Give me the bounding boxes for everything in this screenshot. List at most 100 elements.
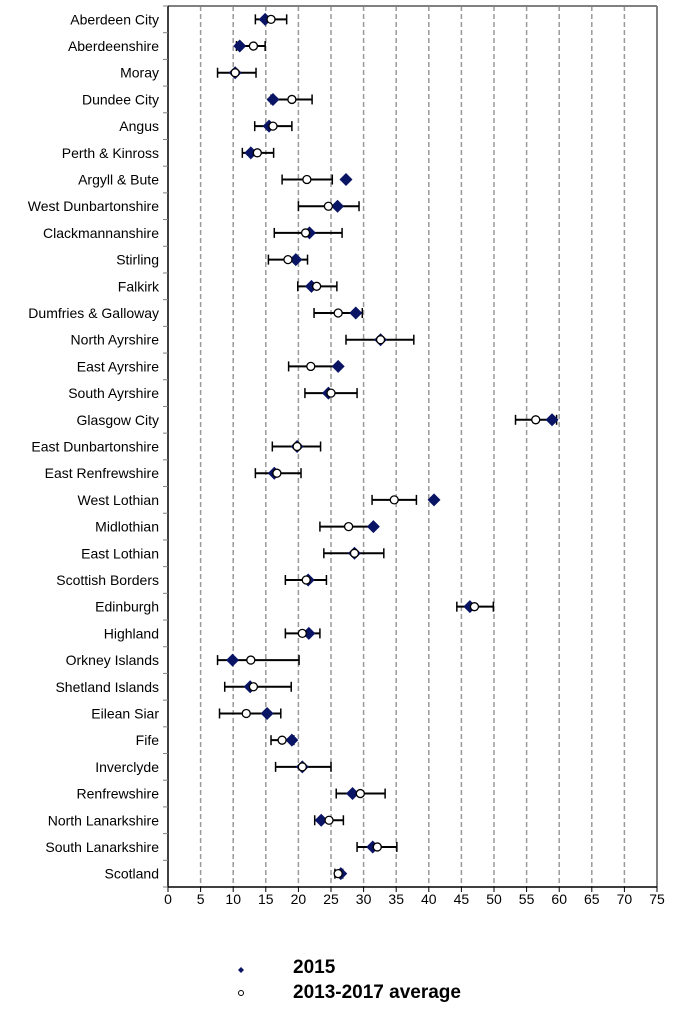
data-row (323, 546, 385, 560)
category-label: West Dunbartonshire (28, 198, 159, 214)
category-label: South Lanarkshire (45, 839, 159, 855)
point-average (297, 628, 307, 639)
category-label: East Renfrewshire (45, 465, 160, 481)
point-average (326, 388, 336, 398)
data-row (218, 706, 282, 720)
point-average (266, 14, 276, 24)
x-tick-label: 50 (486, 891, 502, 907)
legend: 2015 2013-2017 average (238, 957, 461, 1003)
point-average (252, 148, 262, 158)
point-2015 (260, 706, 274, 720)
category-label: North Ayrshire (71, 332, 160, 348)
category-label: Fife (136, 732, 160, 748)
data-row (270, 733, 299, 747)
x-tick-label: 60 (551, 891, 567, 907)
point-average (323, 201, 334, 211)
data-row (267, 253, 309, 267)
data-row (371, 493, 441, 507)
x-tick-label: 70 (617, 891, 633, 907)
legend-label-average: 2013-2017 average (293, 982, 461, 1003)
legend-marker-average (238, 990, 244, 996)
point-2015 (331, 359, 345, 373)
data-row (273, 226, 343, 240)
data-row (345, 333, 415, 347)
category-labels: Aberdeen City Aberdeenshire Moray Dundee Ci… (28, 11, 160, 881)
point-average (333, 869, 343, 879)
category-label: Angus (119, 118, 159, 134)
point-average (349, 548, 360, 558)
x-tick-label: 20 (291, 891, 307, 907)
point-average (375, 335, 386, 345)
point-average (287, 94, 297, 105)
category-label: Stirling (116, 252, 159, 268)
gridlines (199, 6, 626, 887)
point-2015 (233, 39, 247, 53)
category-label: Shetland Islands (55, 679, 159, 695)
point-average (292, 441, 302, 452)
data-row (514, 413, 559, 427)
point-2015 (339, 173, 353, 187)
data-row (335, 787, 386, 801)
category-label: Edinburgh (95, 599, 159, 615)
category-label: West Lothian (78, 492, 159, 508)
point-average (469, 602, 480, 612)
category-label: Dumfries & Galloway (28, 305, 159, 321)
category-label: East Lothian (81, 545, 159, 561)
point-average (312, 281, 322, 291)
x-tick-label: 35 (388, 891, 404, 907)
point-average (300, 228, 311, 238)
data-row (216, 653, 300, 667)
category-label: Glasgow City (77, 412, 159, 428)
data-row (254, 466, 302, 480)
data-row (319, 520, 380, 534)
point-average (343, 521, 354, 532)
point-average (268, 121, 278, 131)
point-average (333, 308, 343, 318)
data-row (281, 173, 353, 187)
x-tick-label: 40 (421, 891, 437, 907)
category-label: East Ayrshire (77, 358, 159, 374)
x-tick-label: 5 (197, 891, 205, 907)
category-label: Dundee City (82, 91, 159, 107)
category-label: Scottish Borders (56, 572, 159, 588)
point-average (246, 655, 256, 665)
point-average (230, 68, 240, 78)
data-row (313, 813, 345, 827)
x-tick-label: 55 (519, 891, 535, 907)
category-label: Moray (120, 65, 159, 81)
data-marks (216, 12, 559, 881)
data-row (313, 306, 364, 320)
x-tick-label: 0 (164, 891, 172, 907)
data-row (304, 386, 358, 400)
point-average (355, 788, 365, 799)
point-average (283, 254, 293, 265)
data-row (254, 12, 288, 26)
point-average (302, 174, 312, 185)
data-row (253, 119, 293, 133)
category-label: North Lanarkshire (48, 812, 159, 828)
point-average (248, 41, 259, 51)
data-row (456, 600, 495, 614)
point-2015 (226, 653, 240, 667)
x-tick-label: 45 (454, 891, 470, 907)
category-label: Aberdeen City (70, 11, 159, 27)
data-row (266, 92, 313, 106)
x-tick-label: 75 (649, 891, 665, 907)
point-average (241, 708, 251, 719)
data-row (274, 760, 332, 774)
x-tick-label: 15 (258, 891, 274, 907)
x-tick-label: 30 (356, 891, 372, 907)
data-row (333, 867, 348, 881)
x-tick-label: 25 (323, 891, 339, 907)
point-2015 (349, 306, 363, 320)
point-2015 (266, 92, 280, 106)
data-row (216, 66, 257, 80)
point-average (531, 415, 541, 425)
category-label: Highland (104, 625, 159, 641)
point-average (306, 361, 316, 372)
category-label: East Dunbartonshire (31, 439, 159, 455)
category-label: Renfrewshire (77, 786, 160, 802)
data-row (223, 680, 292, 694)
legend-label-2015: 2015 (293, 957, 336, 978)
category-label: Eilean Siar (91, 705, 159, 721)
